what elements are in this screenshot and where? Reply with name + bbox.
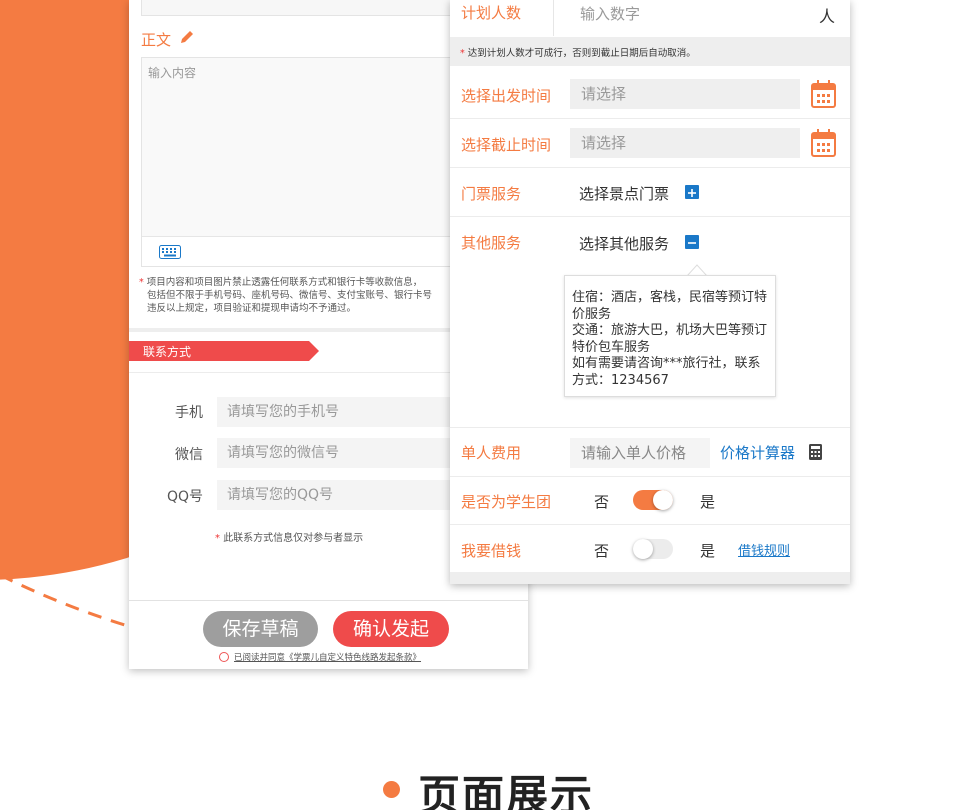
calendar-icon[interactable] [811,80,836,108]
departure-time-label: 选择出发时间 [461,87,552,105]
people-unit: 人 [819,7,836,26]
departure-time-input[interactable]: 请选择 [570,79,800,109]
content-warning: * 项目内容和项目图片禁止透露任何联系方式和银行卡等收款信息， 包括但不限于手机… [139,277,433,314]
confirm-launch-button[interactable]: 确认发起 [333,611,449,647]
agree-check-icon[interactable] [219,652,229,662]
student-group-label: 是否为学生团 [461,493,552,511]
planned-count-input[interactable]: 输入数字 [580,3,640,24]
other-service-text[interactable]: 选择其他服务 [579,233,669,254]
price-input[interactable]: 请输入单人价格 [570,438,710,468]
divider [450,118,850,119]
content-placeholder: 输入内容 [148,66,197,80]
add-ticket-button[interactable] [685,185,699,199]
deadline-time-label: 选择截止时间 [461,136,552,154]
price-label: 单人费用 [461,444,522,462]
agreement-text[interactable]: 已阅读并同意《学票儿自定义特色线路发起条款》 [234,653,421,663]
loan-label: 我要借钱 [461,542,522,560]
wechat-input[interactable]: 请填写您的微信号 [217,438,467,468]
body-label: 正文 [141,31,172,49]
deadline-time-input[interactable]: 请选择 [570,128,800,158]
other-service-tooltip: 住宿：酒店，客栈，民宿等预订特 价服务 交通：旅游大巴，机场大巴等预订 特价包车… [564,275,776,397]
divider [450,216,850,217]
phone-label: 手机 [175,405,203,421]
divider [450,427,850,428]
other-service-label: 其他服务 [461,234,522,252]
collapse-other-button[interactable] [685,235,699,249]
caption-dot [383,781,400,798]
minus-icon [688,242,696,244]
contact-section-header: 联系方式 [129,341,319,361]
divider [450,476,850,477]
planned-count-note: * 达到计划人数才可成行，否则到截止日期后自动取消。 [450,37,850,66]
ticket-service-text[interactable]: 选择景点门票 [579,183,669,204]
plus-icon [688,189,696,197]
student-group-toggle[interactable] [633,490,673,510]
save-draft-button[interactable]: 保存草稿 [203,611,318,647]
loan-no-label: 否 [594,542,610,560]
qq-input[interactable]: 请填写您的QQ号 [217,480,467,510]
bottom-action-bar: 保存草稿 确认发起 已阅读并同意《学票儿自定义特色线路发起条款》 [129,600,528,669]
content-textarea[interactable]: 输入内容 [141,57,471,267]
keyboard-icon[interactable] [159,245,181,259]
contact-note: * 此联系方式信息仅对参与者显示 [215,533,364,544]
page-caption: 页面展示 [418,771,595,810]
ticket-service-label: 门票服务 [461,185,522,203]
field-separator [553,0,554,36]
showcase-page: 正文 输入内容 * 项目内容和项目图片禁止透露任何联系方式和银行卡等收款信息， … [0,0,980,810]
agreement-row: 已阅读并同意《学票儿自定义特色线路发起条款》 [219,651,421,663]
divider [450,167,850,168]
student-no-label: 否 [594,493,610,511]
toggle-knob [653,490,673,510]
contact-title: 联系方式 [143,345,192,359]
calendar-icon[interactable] [811,129,836,157]
price-calculator-link[interactable]: 价格计算器 [720,442,795,463]
right-phone-screen: 计划人数 输入数字 人 * 达到计划人数才可成行，否则到截止日期后自动取消。 选… [450,0,850,584]
phone-input[interactable]: 请填写您的手机号 [217,397,467,427]
content-toolbar [142,236,470,266]
loan-toggle[interactable] [633,539,673,559]
divider [450,524,850,525]
student-yes-label: 是 [700,493,716,511]
planned-count-label: 计划人数 [461,4,522,22]
loan-rules-link[interactable]: 借钱规则 [738,540,790,559]
pencil-icon[interactable] [179,28,196,45]
wechat-label: 微信 [175,447,203,463]
previous-field-remnant [141,0,461,16]
bottom-strip [450,572,850,584]
loan-yes-label: 是 [700,542,716,560]
toggle-knob [633,539,653,559]
qq-label: QQ号 [166,489,203,505]
calculator-icon[interactable] [809,444,822,460]
